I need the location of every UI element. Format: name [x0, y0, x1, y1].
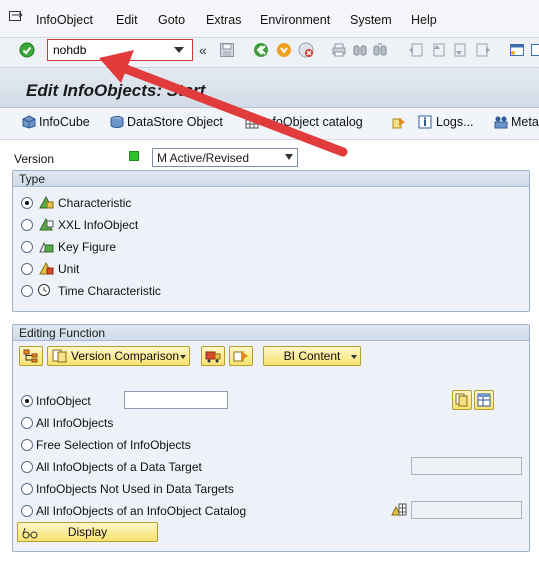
infoobject-catalog-button[interactable]: InfoObject catalog — [262, 115, 363, 129]
editing-function-title: Editing Function — [19, 326, 106, 340]
transport-truck-icon — [205, 351, 221, 363]
bi-content-dropdown-icon — [351, 355, 357, 359]
type-radio-unit[interactable] — [21, 263, 33, 275]
transport-button[interactable] — [201, 346, 225, 366]
print-icon[interactable] — [331, 42, 347, 58]
export-icon[interactable] — [392, 115, 406, 129]
tree-structure-icon — [23, 349, 38, 363]
edit-radio-free-selection[interactable] — [21, 439, 33, 451]
type-label-unit: Unit — [58, 262, 80, 276]
display-button[interactable]: Display — [17, 522, 158, 542]
command-history-dropdown-icon[interactable] — [172, 44, 186, 56]
menu-edit[interactable]: Edit — [116, 13, 138, 27]
menu-goto[interactable]: Goto — [158, 13, 185, 27]
metadata-icon[interactable] — [494, 115, 508, 129]
type-radio-xxl-infoobject[interactable] — [21, 219, 33, 231]
display-glasses-icon — [22, 527, 38, 539]
datastore-object-button[interactable]: DataStore Object — [127, 115, 223, 129]
exit-icon[interactable] — [276, 42, 292, 58]
edit-label-infoobject: InfoObject — [36, 394, 91, 408]
new-session-icon[interactable] — [509, 42, 525, 58]
copy-document-icon — [455, 393, 468, 407]
back-icon[interactable] — [253, 42, 269, 58]
shortcut-icon[interactable] — [530, 42, 539, 58]
characteristic-icon — [39, 195, 54, 209]
edit-label-data-target: All InfoObjects of a Data Target — [36, 460, 202, 474]
type-label-time-characteristic: Time Characteristic — [58, 284, 161, 298]
first-page-icon[interactable] — [408, 42, 424, 58]
previous-page-icon[interactable] — [430, 42, 446, 58]
page-title: Edit InfoObjects: Start — [26, 81, 206, 100]
tree-structure-button[interactable] — [19, 346, 43, 366]
version-comparison-button[interactable]: Version Comparison — [47, 346, 190, 366]
system-menu-icon[interactable] — [9, 11, 23, 23]
export-arrow-icon — [233, 351, 248, 362]
create-infoobject-button[interactable] — [452, 390, 472, 410]
edit-radio-infoobject[interactable] — [21, 395, 33, 407]
type-label-characteristic: Characteristic — [58, 196, 132, 210]
key-figure-icon — [39, 241, 54, 253]
xxl-infoobject-icon — [39, 217, 54, 231]
cancel-icon[interactable] — [298, 42, 314, 58]
edit-radio-data-target[interactable] — [21, 461, 33, 473]
menu-extras[interactable]: Extras — [206, 13, 241, 27]
bi-content-button[interactable]: BI Content — [263, 346, 361, 366]
version-comparison-dropdown-icon — [180, 355, 186, 359]
find-icon[interactable] — [352, 42, 368, 58]
edit-radio-not-used[interactable] — [21, 483, 33, 495]
edit-radio-catalog[interactable] — [21, 505, 33, 517]
infocube-button[interactable]: InfoCube — [39, 115, 90, 129]
menu-infoobject[interactable]: InfoObject — [36, 13, 93, 27]
catalog-icon — [391, 503, 407, 516]
editing-function-header: Editing Function — [13, 325, 529, 341]
edit-label-catalog: All InfoObjects of an InfoObject Catalog — [36, 504, 247, 518]
edit-label-free-selection: Free Selection of InfoObjects — [36, 438, 191, 452]
type-radio-characteristic[interactable] — [21, 197, 33, 209]
menu-environment[interactable]: Environment — [260, 13, 330, 27]
edit-label-not-used: InfoObjects Not Used in Data Targets — [36, 482, 234, 496]
datastore-icon[interactable] — [110, 115, 124, 129]
metadata-button[interactable]: Meta — [511, 115, 539, 129]
version-comparison-label: Version Comparison — [71, 349, 180, 363]
menu-system[interactable]: System — [350, 13, 392, 27]
type-group-title: Type — [19, 172, 46, 186]
clock-icon — [38, 284, 50, 296]
infoobject-catalog-icon[interactable] — [245, 115, 259, 129]
maintain-table-icon — [477, 393, 491, 407]
menu-help[interactable]: Help — [411, 13, 437, 27]
version-comparison-icon — [52, 349, 67, 363]
type-radio-key-figure[interactable] — [21, 241, 33, 253]
data-target-input[interactable] — [411, 457, 522, 475]
find-next-icon[interactable] — [372, 42, 388, 58]
last-page-icon[interactable] — [475, 42, 491, 58]
display-button-label: Display — [67, 525, 108, 539]
version-status-indicator — [129, 151, 139, 161]
version-dropdown-arrow-icon[interactable] — [285, 154, 293, 160]
save-icon[interactable] — [219, 42, 235, 58]
infocube-icon[interactable] — [22, 115, 36, 129]
version-label: Version — [14, 152, 55, 166]
info-icon[interactable] — [418, 115, 432, 129]
infoobject-catalog-input[interactable] — [411, 501, 522, 519]
bi-content-label: BI Content — [283, 349, 341, 363]
export-objects-button[interactable] — [229, 346, 253, 366]
type-label-key-figure: Key Figure — [58, 240, 117, 254]
edit-radio-all-infoobjects[interactable] — [21, 417, 33, 429]
unit-icon — [39, 261, 54, 275]
type-radio-time-characteristic[interactable] — [21, 285, 33, 297]
collapse-chevron-icon[interactable]: « — [199, 42, 207, 58]
maintain-infoobject-button[interactable] — [474, 390, 494, 410]
version-dropdown-value: M Active/Revised — [157, 151, 250, 165]
edit-label-all-infoobjects: All InfoObjects — [36, 416, 114, 430]
type-group-header: Type — [13, 171, 529, 187]
logs-button[interactable]: Logs... — [436, 115, 474, 129]
enter-check-icon[interactable] — [19, 42, 35, 58]
version-dropdown[interactable]: M Active/Revised — [152, 148, 298, 167]
infoobject-input[interactable] — [124, 391, 228, 409]
next-page-icon[interactable] — [453, 42, 469, 58]
type-label-xxl-infoobject: XXL InfoObject — [58, 218, 139, 232]
